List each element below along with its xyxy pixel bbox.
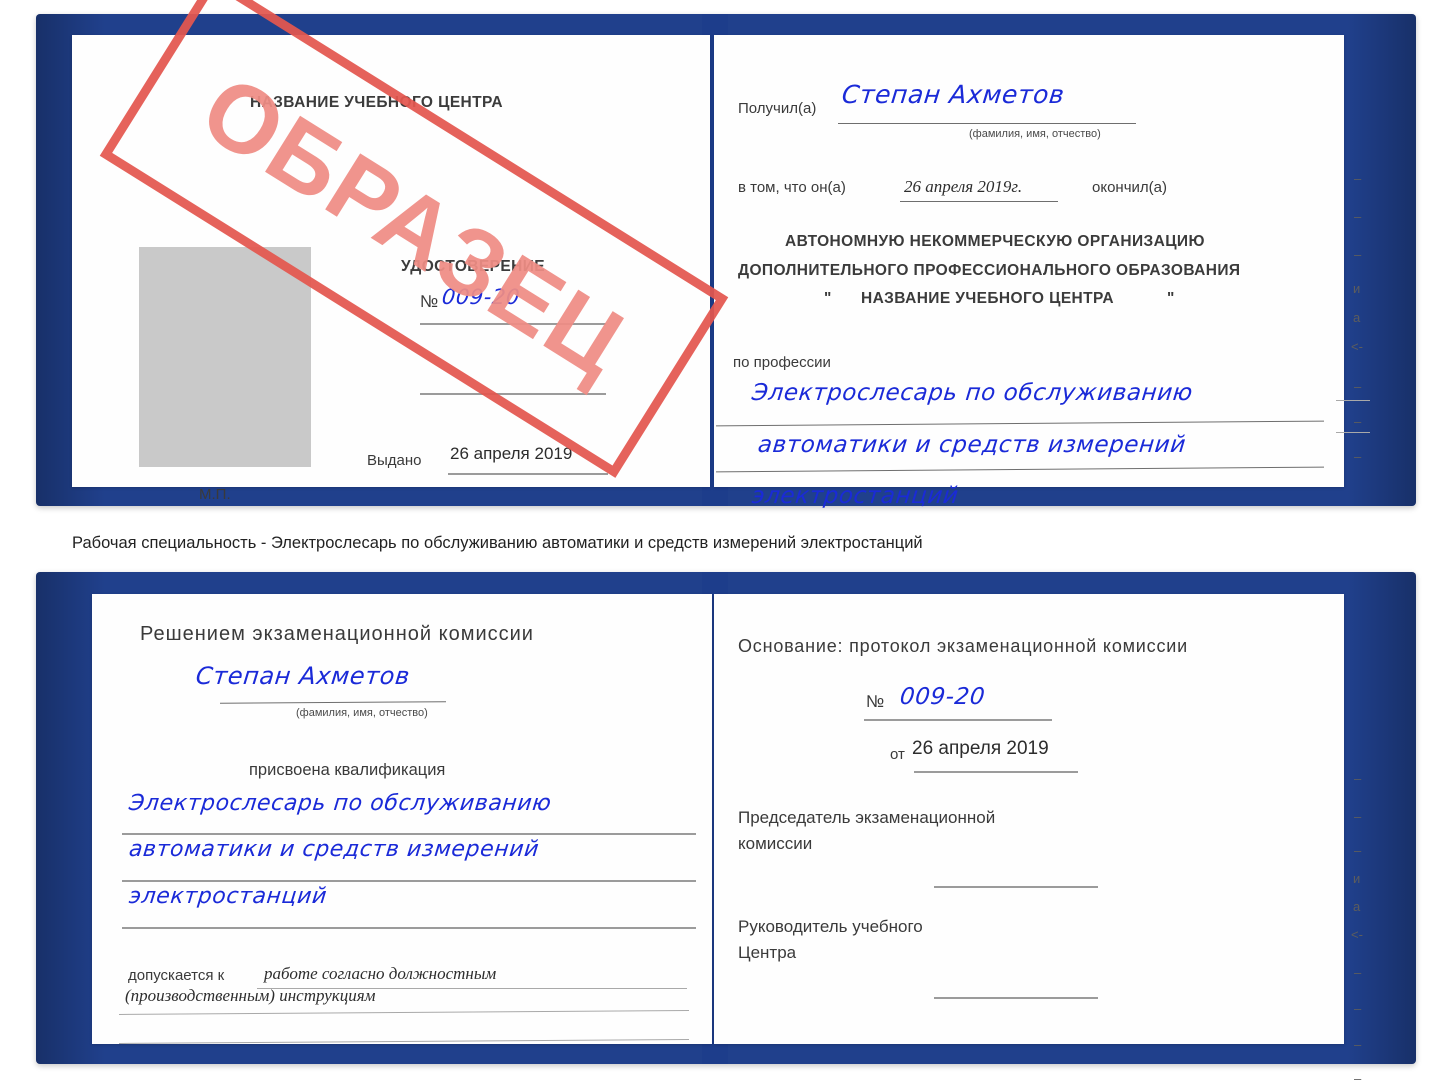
certificate-bottom: Решением экзаменационной комиссии Степан… bbox=[36, 572, 1416, 1085]
admitted-value-line2: (производственным) инструкциям bbox=[125, 986, 376, 1005]
edge-ghost-b-6: – bbox=[1354, 965, 1362, 980]
received-value: Степан Ахметов bbox=[840, 80, 1067, 109]
number-value-top-left: 009-20 bbox=[440, 285, 522, 309]
issued-label: Выдано bbox=[367, 452, 422, 469]
org-line3: НАЗВАНИЕ УЧЕБНОГО ЦЕНТРА bbox=[861, 290, 1114, 307]
edge-ghost-1: – bbox=[1354, 209, 1362, 224]
edge-ghost-7: – bbox=[1354, 414, 1362, 429]
chairman-signature-rule bbox=[934, 886, 1098, 888]
date-label-bottom: от bbox=[890, 746, 905, 763]
profession-line3: электростанций bbox=[750, 483, 960, 509]
profession-label: по профессии bbox=[733, 354, 831, 371]
org-quote-open: " bbox=[824, 290, 832, 307]
doc-type-label: УДОСТОВЕРЕНИЕ bbox=[401, 258, 545, 275]
qual-rule2 bbox=[122, 880, 696, 882]
page-top-right: Получил(а) Степан Ахметов (фамилия, имя,… bbox=[714, 35, 1344, 509]
edge-ghost-6: – bbox=[1354, 379, 1362, 394]
issued-rule bbox=[448, 473, 608, 475]
profession-line2: автоматики и средств измерений bbox=[756, 432, 1188, 458]
qual-rule3 bbox=[122, 927, 696, 929]
number-rule-top-left bbox=[420, 323, 606, 325]
qual-line1: Электрослесарь по обслуживанию bbox=[127, 791, 553, 816]
edge-ghost-b-3: и bbox=[1353, 871, 1361, 886]
chairman-line2: комиссии bbox=[738, 834, 813, 853]
page-bottom-left: Решением экзаменационной комиссии Степан… bbox=[92, 594, 712, 1044]
chairman-line1: Председатель экзаменационной bbox=[738, 808, 996, 827]
finished-label: окончил(а) bbox=[1092, 179, 1167, 196]
number-label-top-left: № bbox=[420, 292, 439, 311]
profession-rule1 bbox=[716, 420, 1324, 427]
edge-ghost-b-0: – bbox=[1354, 771, 1362, 786]
seal-label: М.П. bbox=[199, 486, 231, 503]
basis-label: Основание: протокол экзаменационной коми… bbox=[738, 636, 1188, 656]
edge-ghost-b-2: – bbox=[1354, 843, 1362, 858]
admitted-rule3 bbox=[119, 1039, 689, 1044]
edge-ghost-b-7: – bbox=[1354, 1001, 1362, 1016]
edge-ghost-b-5: <- bbox=[1351, 927, 1363, 942]
admitted-label: допускается к bbox=[128, 967, 225, 984]
edge-ghost-0: – bbox=[1354, 171, 1362, 186]
photo-placeholder bbox=[139, 247, 311, 467]
fio-hint-bottom: (фамилия, имя, отчество) bbox=[296, 707, 428, 719]
name-value-bottom: Степан Ахметов bbox=[194, 662, 412, 690]
edge-ghost-5: <- bbox=[1351, 339, 1363, 354]
org-line2: ДОПОЛНИТЕЛЬНОГО ПРОФЕССИОНАЛЬНОГО ОБРАЗО… bbox=[738, 262, 1241, 279]
org-quote-close: " bbox=[1167, 290, 1175, 307]
head-line2: Центра bbox=[738, 943, 797, 962]
in-that-label: в том, что он(а) bbox=[738, 179, 846, 196]
admitted-rule2 bbox=[119, 1010, 689, 1015]
qualification-label: присвоена квалификация bbox=[249, 761, 446, 779]
fio-hint-top: (фамилия, имя, отчество) bbox=[969, 128, 1101, 140]
received-rule bbox=[838, 123, 1136, 125]
date-value-bottom: 26 апреля 2019 bbox=[912, 738, 1049, 759]
number-rule-bottom bbox=[864, 719, 1052, 721]
qual-rule1 bbox=[122, 833, 696, 835]
head-signature-rule bbox=[934, 997, 1098, 999]
page-bottom-right: Основание: протокол экзаменационной коми… bbox=[714, 594, 1344, 1044]
number-value-bottom: 009-20 bbox=[898, 684, 987, 710]
edge-ghost-8: – bbox=[1354, 449, 1362, 464]
qual-line3: электростанций bbox=[127, 884, 329, 909]
received-label: Получил(а) bbox=[738, 100, 817, 117]
edge-ghost-rule-2 bbox=[1336, 432, 1370, 433]
profession-rule2 bbox=[716, 466, 1324, 473]
org-title-top-left: НАЗВАНИЕ УЧЕБНОГО ЦЕНТРА bbox=[250, 94, 503, 111]
qual-line2: автоматики и средств измерений bbox=[127, 837, 541, 862]
completion-date: 26 апреля 2019г. bbox=[904, 177, 1023, 196]
profession-line1: Электрослесарь по обслуживанию bbox=[750, 380, 1195, 406]
edge-ghost-rule-1 bbox=[1336, 400, 1370, 401]
edge-ghost-b-9: – bbox=[1354, 1071, 1362, 1086]
edge-ghost-3: и bbox=[1353, 281, 1361, 296]
edge-ghost-b-8: – bbox=[1354, 1037, 1362, 1052]
completion-date-rule bbox=[900, 201, 1058, 203]
caption-text: Рабочая специальность - Электрослесарь п… bbox=[72, 534, 923, 552]
date-rule-bottom bbox=[914, 771, 1078, 773]
certificate-top: НАЗВАНИЕ УЧЕБНОГО ЦЕНТРА УДОСТОВЕРЕНИЕ №… bbox=[36, 14, 1416, 509]
number-label-bottom: № bbox=[866, 692, 885, 711]
admitted-value-line1: работе согласно должностным bbox=[264, 964, 497, 983]
edge-ghost-2: – bbox=[1354, 247, 1362, 262]
edge-ghost-b-4: а bbox=[1353, 899, 1361, 914]
edge-ghost-4: а bbox=[1353, 310, 1361, 325]
edge-ghost-b-1: – bbox=[1354, 809, 1362, 824]
name-rule-bottom bbox=[219, 701, 447, 704]
org-line1: АВТОНОМНУЮ НЕКОММЕРЧЕСКУЮ ОРГАНИЗАЦИЮ bbox=[785, 233, 1205, 250]
page-top-left: НАЗВАНИЕ УЧЕБНОГО ЦЕНТРА УДОСТОВЕРЕНИЕ №… bbox=[72, 35, 710, 503]
blank-rule-top-left bbox=[420, 393, 606, 395]
head-line1: Руководитель учебного bbox=[738, 917, 923, 936]
commission-title: Решением экзаменационной комиссии bbox=[140, 623, 534, 645]
issued-value: 26 апреля 2019 bbox=[450, 444, 573, 463]
